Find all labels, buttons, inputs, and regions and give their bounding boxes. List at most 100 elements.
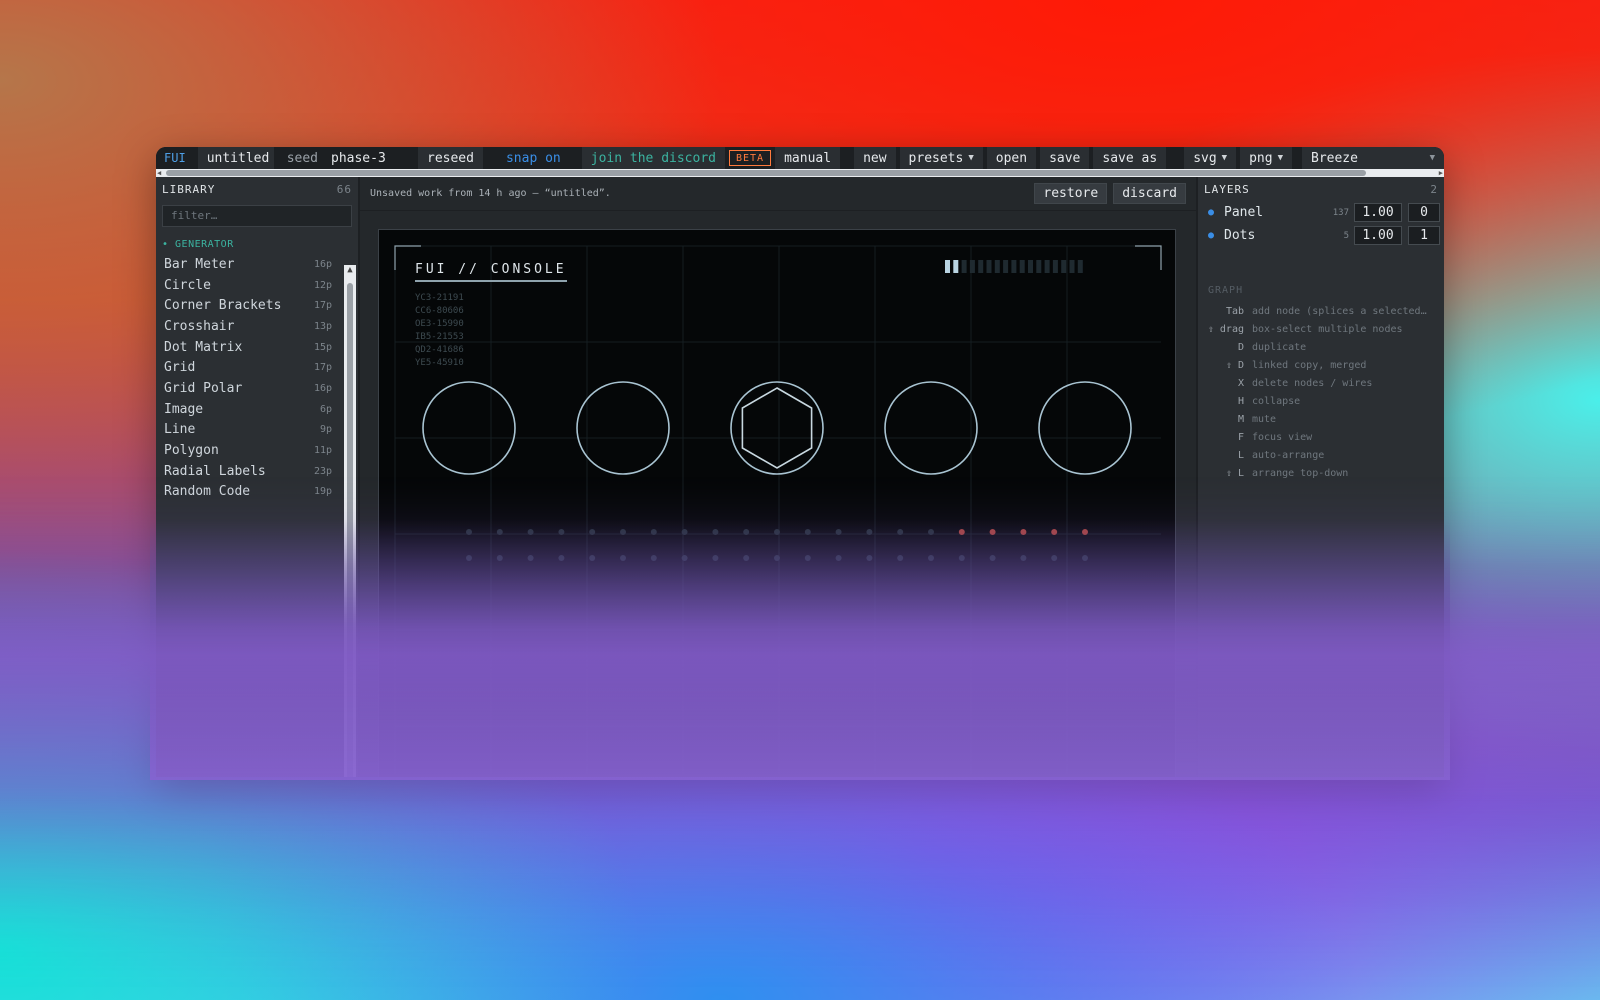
library-item-label: Image bbox=[164, 401, 204, 417]
matrix-dot bbox=[1020, 555, 1027, 561]
library-item[interactable]: Radial Labels 23p bbox=[156, 461, 358, 482]
unsaved-notice-text: Unsaved work from 14 h ago — “untitled”. bbox=[370, 188, 611, 199]
library-item-count: 11p bbox=[313, 445, 332, 457]
canvas-artwork bbox=[394, 245, 1162, 774]
library-item-count: 16p bbox=[313, 258, 332, 270]
library-item-label: Dot Matrix bbox=[164, 339, 243, 355]
snap-toggle[interactable]: snap on bbox=[496, 147, 570, 169]
restore-button[interactable]: restore bbox=[1034, 183, 1108, 204]
library-item[interactable]: Line 9p bbox=[156, 420, 358, 441]
library-item[interactable]: Crosshair 13p bbox=[156, 316, 358, 337]
matrix-dot bbox=[496, 529, 503, 535]
scroll-right-icon[interactable]: ▶ bbox=[1439, 169, 1443, 177]
layer-visibility-icon[interactable]: ● bbox=[1208, 230, 1224, 241]
discord-link[interactable]: join the discord bbox=[581, 147, 725, 169]
matrix-dot bbox=[712, 529, 719, 535]
library-item-label: Line bbox=[164, 422, 196, 438]
library-item[interactable]: Dot Matrix 15p bbox=[156, 337, 358, 358]
library-item-count: 13p bbox=[313, 320, 332, 332]
matrix-dot bbox=[681, 529, 688, 535]
png-export-dropdown[interactable]: png ▼ bbox=[1240, 147, 1292, 169]
unsaved-notice: Unsaved work from 14 h ago — “untitled”.… bbox=[360, 177, 1196, 211]
layer-index-input[interactable]: 1 bbox=[1408, 226, 1440, 245]
library-scrollbar-thumb[interactable] bbox=[347, 283, 353, 777]
workspace: LIBRARY 66 filter… • GENERATOR Bar Meter… bbox=[156, 177, 1444, 777]
shortcut-row: Hcollapse bbox=[1198, 392, 1444, 410]
matrix-dot bbox=[989, 529, 996, 535]
layer-row[interactable]: ● Panel 137 1.00 0 bbox=[1198, 201, 1444, 224]
graph-title: GRAPH bbox=[1208, 285, 1244, 296]
library-item[interactable]: Grid 17p bbox=[156, 357, 358, 378]
library-item[interactable]: Corner Brackets 17p bbox=[156, 295, 358, 316]
layer-row[interactable]: ● Dots 5 1.00 1 bbox=[1198, 224, 1444, 247]
library-filter-input[interactable]: filter… bbox=[162, 205, 352, 227]
shortcut-description: box-select multiple nodes bbox=[1252, 323, 1403, 335]
matrix-dot bbox=[650, 529, 657, 535]
scroll-up-icon[interactable]: ▲ bbox=[344, 265, 356, 275]
preview-canvas[interactable]: FUI // CONSOLE YC3-21191 CC6-80606 OE3-159… bbox=[378, 229, 1176, 777]
library-item-label: Circle bbox=[164, 277, 211, 293]
matrix-dot bbox=[835, 555, 842, 561]
horizontal-scrollbar[interactable]: ◀ ▶ bbox=[156, 169, 1444, 177]
matrix-dot bbox=[496, 555, 503, 561]
layer-node-count: 137 bbox=[1332, 207, 1349, 218]
brand-logo: FUI bbox=[156, 147, 194, 169]
library-item[interactable]: Image 6p bbox=[156, 399, 358, 420]
svg-export-dropdown[interactable]: svg ▼ bbox=[1184, 147, 1237, 169]
scrollbar-thumb[interactable] bbox=[166, 170, 1366, 176]
library-item-count: 17p bbox=[313, 362, 332, 374]
open-button[interactable]: open bbox=[986, 147, 1037, 169]
meter-segment bbox=[961, 260, 967, 273]
filename-field[interactable]: untitled bbox=[197, 147, 274, 169]
layer-visibility-icon[interactable]: ● bbox=[1208, 207, 1224, 218]
scroll-left-icon[interactable]: ◀ bbox=[157, 169, 161, 177]
shortcut-key: M bbox=[1237, 413, 1244, 425]
library-item[interactable]: Polygon 11p bbox=[156, 440, 358, 461]
seed-input[interactable]: phase-3 bbox=[322, 147, 406, 169]
meter-segment bbox=[1019, 260, 1025, 273]
shortcut-row: Lauto-arrange bbox=[1198, 446, 1444, 464]
library-item[interactable]: Random Code 19p bbox=[156, 482, 358, 503]
matrix-dot bbox=[1020, 529, 1027, 535]
library-item-label: Grid bbox=[164, 360, 196, 376]
chevron-down-icon: ▼ bbox=[1221, 153, 1228, 163]
layer-index-input[interactable]: 0 bbox=[1408, 203, 1440, 222]
matrix-dot bbox=[1051, 555, 1058, 561]
layer-list: ● Panel 137 1.00 0 ● Dots 5 1.00 1 bbox=[1198, 201, 1444, 247]
matrix-dot bbox=[897, 529, 904, 535]
circle-shape bbox=[884, 381, 978, 475]
shortcut-description: mute bbox=[1252, 413, 1277, 425]
shortcut-description: delete nodes / wires bbox=[1252, 377, 1373, 389]
layer-opacity-input[interactable]: 1.00 bbox=[1354, 226, 1402, 245]
library-item[interactable]: Circle 12p bbox=[156, 275, 358, 296]
meter-segment bbox=[1061, 260, 1067, 273]
library-group-generator[interactable]: • GENERATOR bbox=[162, 239, 358, 250]
layers-title: LAYERS bbox=[1204, 182, 1250, 196]
code-line: CC6-80606 bbox=[415, 306, 464, 316]
chevron-down-icon: ▼ bbox=[1429, 153, 1435, 163]
library-scrollbar[interactable]: ▲ bbox=[344, 265, 356, 777]
layer-opacity-input[interactable]: 1.00 bbox=[1354, 203, 1402, 222]
new-button[interactable]: new bbox=[854, 147, 896, 169]
reseed-button[interactable]: reseed bbox=[418, 147, 483, 169]
theme-label: Breeze bbox=[1311, 150, 1358, 166]
presets-dropdown[interactable]: presets ▼ bbox=[899, 147, 983, 169]
library-item-count: 17p bbox=[313, 300, 332, 312]
library-item-count: 15p bbox=[313, 341, 332, 353]
manual-button[interactable]: manual bbox=[775, 147, 841, 169]
library-item[interactable]: Bar Meter 16p bbox=[156, 254, 358, 275]
layer-node-count: 5 bbox=[1343, 230, 1349, 241]
matrix-dot bbox=[989, 555, 996, 561]
shortcut-description: focus view bbox=[1252, 431, 1313, 443]
matrix-dot bbox=[558, 529, 565, 535]
meter-segment bbox=[978, 260, 984, 273]
save-button[interactable]: save bbox=[1040, 147, 1090, 169]
library-item-count: 19p bbox=[313, 486, 332, 498]
library-item[interactable]: Grid Polar 16p bbox=[156, 378, 358, 399]
main-area: Unsaved work from 14 h ago — “untitled”.… bbox=[358, 177, 1198, 777]
shortcut-row: Xdelete nodes / wires bbox=[1198, 374, 1444, 392]
theme-select[interactable]: Breeze ▼ bbox=[1302, 147, 1444, 169]
save-as-button[interactable]: save as bbox=[1093, 147, 1167, 169]
shortcut-key: H bbox=[1237, 395, 1244, 407]
discard-button[interactable]: discard bbox=[1113, 183, 1186, 204]
